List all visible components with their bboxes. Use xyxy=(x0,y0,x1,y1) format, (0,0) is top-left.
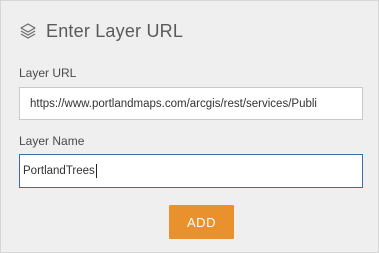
panel-header: Enter Layer URL xyxy=(19,19,183,43)
layer-name-input[interactable]: PortlandTrees xyxy=(19,154,363,188)
enter-layer-url-panel: Enter Layer URL Layer URL https://www.po… xyxy=(0,0,379,253)
add-button[interactable]: ADD xyxy=(169,205,234,239)
layer-name-value: PortlandTrees xyxy=(23,165,95,177)
layer-name-label: Layer Name xyxy=(19,134,85,148)
panel-title: Enter Layer URL xyxy=(46,20,184,41)
text-caret xyxy=(95,164,97,178)
layers-icon xyxy=(20,23,36,39)
layer-url-value: https://www.portlandmaps.com/arcgis/rest… xyxy=(30,97,317,110)
layer-url-input[interactable]: https://www.portlandmaps.com/arcgis/rest… xyxy=(19,87,363,120)
layer-url-label: Layer URL xyxy=(19,66,77,80)
